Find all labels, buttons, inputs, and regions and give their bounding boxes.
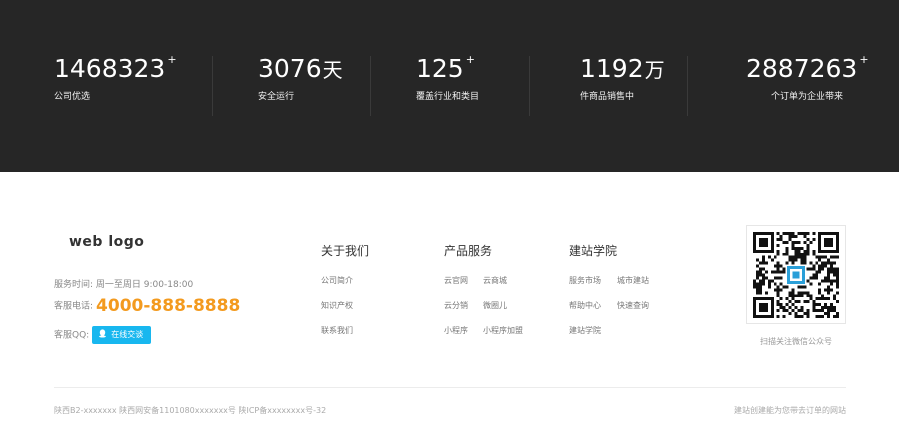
stat-sup: + [859,53,869,66]
stat-number: 1192 [580,54,644,83]
qq-chat-button[interactable]: 在线交谈 [92,326,152,344]
footer-column-academy: 建站学院 服务市场 城市建站 帮助中心 快速查询 建站学院 [569,242,649,335]
stat-number: 2887263 [746,54,858,83]
service-phone: 客服电话: 4000-888-8888 [54,296,240,316]
column-title: 关于我们 [321,244,370,258]
footer-link[interactable]: 建站学院 [569,325,601,336]
footer-link[interactable]: 云分销 [444,300,468,311]
stat-divider [529,56,530,116]
copyright-text: 陕西B2-xxxxxxx 陕西网安备1101080xxxxxxx号 陕ICP备x… [54,406,327,415]
stat-number: 1468323 [54,54,166,83]
footer-slogan: 建站创建能为您带去订单的网站 [734,406,846,415]
qr-code-icon [753,232,839,318]
footer-link[interactable]: 城市建站 [617,275,649,286]
stat-unit: 天 [322,58,343,82]
service-qq-label: 客服QQ: [54,330,90,341]
footer-link[interactable]: 快速查询 [617,300,649,311]
stat-divider [212,56,213,116]
footer-link[interactable]: 公司简介 [321,275,353,286]
stat-label: 个订单为企业带来 [771,92,844,102]
stat-label: 件商品销售中 [580,92,635,102]
footer-link[interactable]: 云商城 [483,275,507,286]
footer-divider [54,387,846,388]
stat-label: 公司优选 [54,92,91,102]
footer-link[interactable]: 服务市场 [569,275,601,286]
footer-column-about: 关于我们 公司简介 知识产权 联系我们 [321,242,370,335]
service-hours-value: 周一至周日 9:00-18:00 [95,280,194,290]
footer-link[interactable]: 小程序 [444,325,468,336]
footer-link[interactable]: 云官网 [444,275,468,286]
footer-link[interactable]: 帮助中心 [569,300,601,311]
service-hours: 服务时间: 周一至周日 9:00-18:00 [54,277,193,290]
footer-link[interactable]: 联系我们 [321,325,353,336]
footer-link[interactable]: 小程序加盟 [483,325,523,336]
stat-label: 覆盖行业和类目 [416,92,480,102]
qr-caption: 扫描关注微信公众号 [760,337,832,346]
stat-item: 1192万 件商品销售中 [580,56,665,116]
stats-band: 1468323 + 公司优选 3076天 安全运行 125 + 覆盖行业和类目 11… [0,0,899,172]
footer-link[interactable]: 微圈儿 [483,300,507,311]
qq-icon [99,329,107,338]
column-title: 建站学院 [569,244,618,258]
stat-unit: 万 [644,58,665,82]
stat-label: 安全运行 [258,92,295,102]
stat-item: 125 + 覆盖行业和类目 [416,53,480,116]
qq-chat-label: 在线交谈 [111,330,144,339]
column-title: 产品服务 [444,244,493,258]
footer-column-products: 产品服务 云官网 云商城 云分销 微圈儿 小程序 小程序加盟 [444,242,523,335]
stat-divider [370,56,371,116]
footer-link[interactable]: 知识产权 [321,300,353,311]
stat-number: 3076 [258,54,322,83]
site-footer: web logo 服务时间: 周一至周日 9:00-18:00 客服电话: 400… [0,172,899,438]
service-phone-label: 客服电话: [54,301,94,312]
stat-divider [687,56,688,116]
service-qq: 客服QQ: 在线交谈 [54,326,152,344]
stat-item: 3076天 安全运行 [258,56,343,116]
stat-item: 2887263 + 个订单为企业带来 [746,53,869,116]
wechat-qr-code [746,225,846,324]
stat-sup: + [465,53,475,66]
service-hours-label: 服务时间: [54,280,94,290]
stat-number: 125 [416,54,464,83]
stat-sup: + [167,53,177,66]
hotline-number[interactable]: 4000-888-8888 [96,296,240,316]
stat-item: 1468323 + 公司优选 [54,53,177,116]
footer-logo[interactable]: web logo [69,234,144,250]
